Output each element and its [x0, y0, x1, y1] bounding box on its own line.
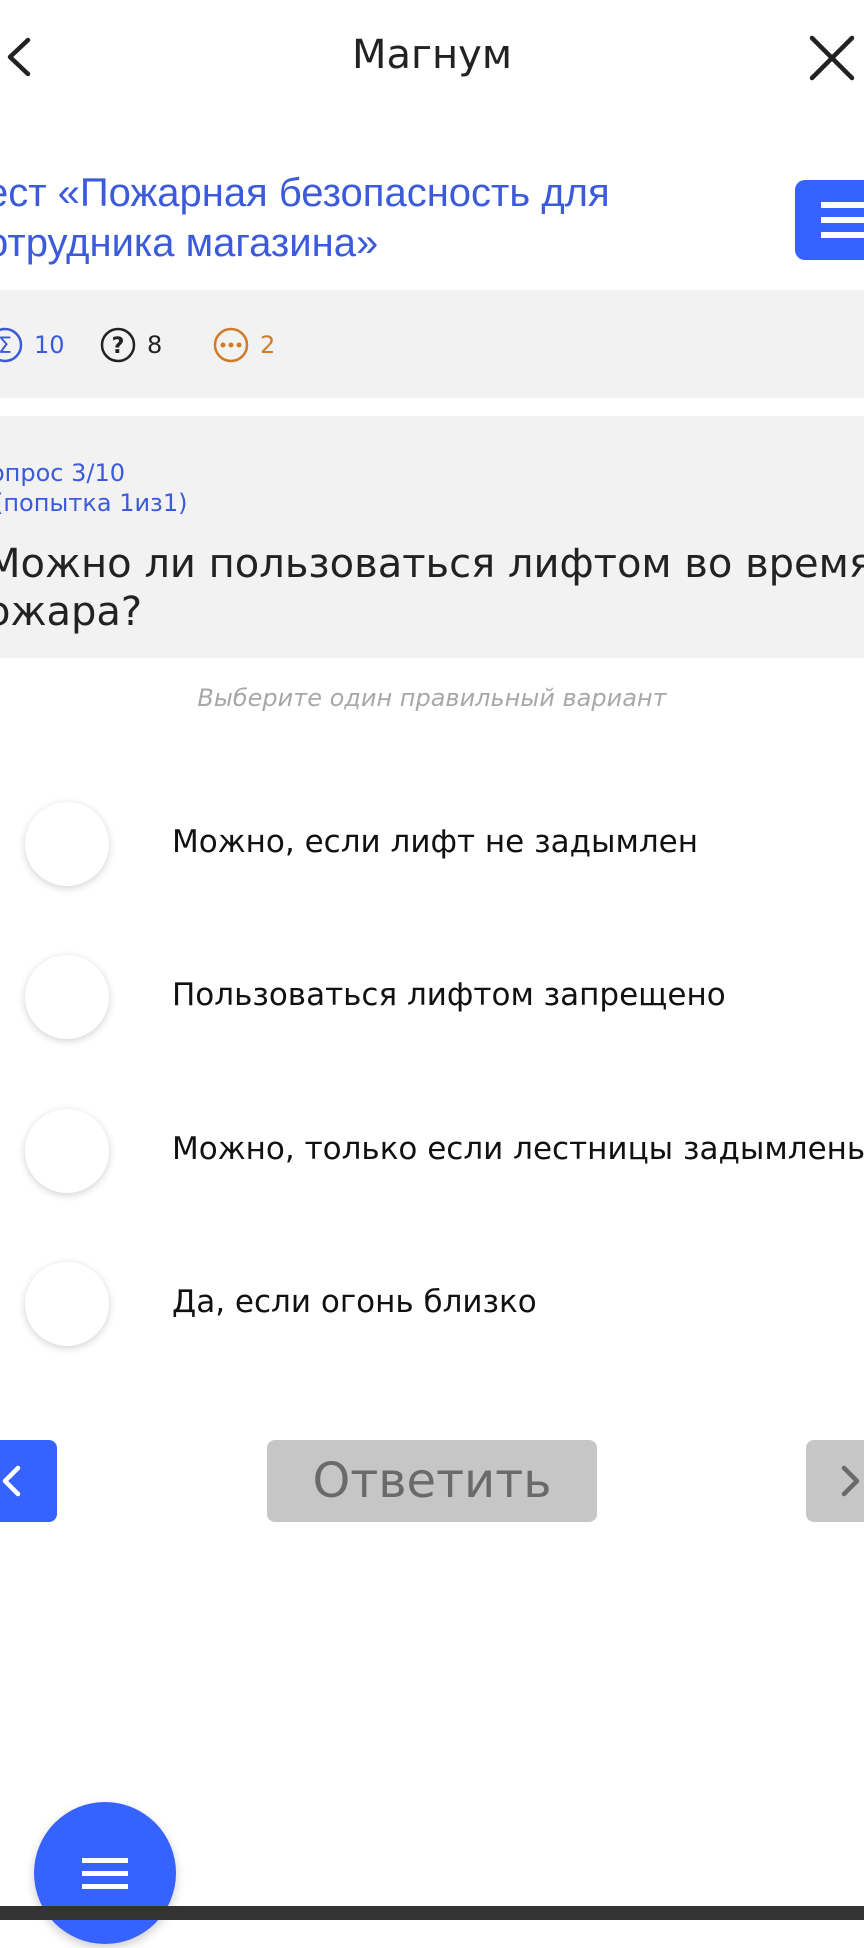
next-question-button[interactable] [806, 1440, 864, 1522]
stat-questions: ? 8 [99, 326, 162, 364]
answer-option-label: Да, если огонь близко [172, 1284, 537, 1320]
svg-text:Σ: Σ [0, 334, 12, 359]
menu-icon [821, 202, 864, 238]
answer-option-label: Можно, только если лестницы задымлены [172, 1131, 864, 1167]
close-button[interactable] [800, 26, 860, 88]
stat-total-value: 10 [34, 331, 65, 359]
answer-option-label: Пользоваться лифтом запрещено [172, 977, 726, 1013]
close-icon [809, 35, 855, 81]
radio-button[interactable] [25, 802, 109, 886]
answer-option[interactable]: Можно, если лифт не задымлен [0, 790, 864, 900]
question-hint: Выберите один правильный вариант [197, 684, 667, 712]
radio-button[interactable] [25, 1109, 109, 1193]
app-title: Магнум [351, 32, 513, 78]
question-text-line1: Можно ли пользоваться лифтом во время [0, 541, 864, 587]
stat-questions-value: 8 [147, 331, 163, 359]
question-text: Можно ли пользоваться лифтом во время ож… [0, 540, 864, 636]
stats-bar: Σ 10 ? 8 2 [0, 290, 864, 398]
menu-icon [82, 1858, 128, 1889]
floating-menu-button[interactable] [34, 1802, 176, 1944]
question-text-line2: ожара? [0, 589, 143, 635]
sigma-icon: Σ [0, 327, 23, 363]
test-menu-button[interactable] [795, 180, 864, 260]
answer-button[interactable]: Ответить [267, 1440, 597, 1522]
test-title-line1: ест «Пожарная безопасность для [0, 171, 610, 215]
radio-button[interactable] [25, 955, 109, 1039]
chevron-left-icon [2, 1465, 21, 1497]
svg-text:?: ? [112, 334, 125, 359]
question-circle-icon: ? [100, 327, 136, 363]
question-number: опрос 3/10 [0, 459, 126, 487]
more-circle-icon [213, 327, 249, 363]
stat-remaining-value: 2 [260, 331, 276, 359]
system-navigation-bar [0, 1906, 864, 1920]
test-title: ест «Пожарная безопасность для отрудника… [0, 168, 766, 268]
stat-total: Σ 10 [0, 326, 65, 364]
radio-button[interactable] [25, 1262, 109, 1346]
answer-option[interactable]: Пользоваться лифтом запрещено [0, 943, 864, 1053]
stat-remaining: 2 [212, 326, 275, 364]
answer-option-label: Можно, если лифт не задымлен [172, 824, 699, 860]
answer-option[interactable]: Да, если огонь близко [0, 1250, 864, 1360]
previous-question-button[interactable] [0, 1440, 57, 1522]
test-title-line2: отрудника магазина» [0, 221, 379, 265]
question-attempt: (попытка 1из1) [0, 489, 188, 517]
chevron-right-icon [841, 1465, 860, 1497]
answer-option[interactable]: Можно, только если лестницы задымлены [0, 1097, 864, 1207]
